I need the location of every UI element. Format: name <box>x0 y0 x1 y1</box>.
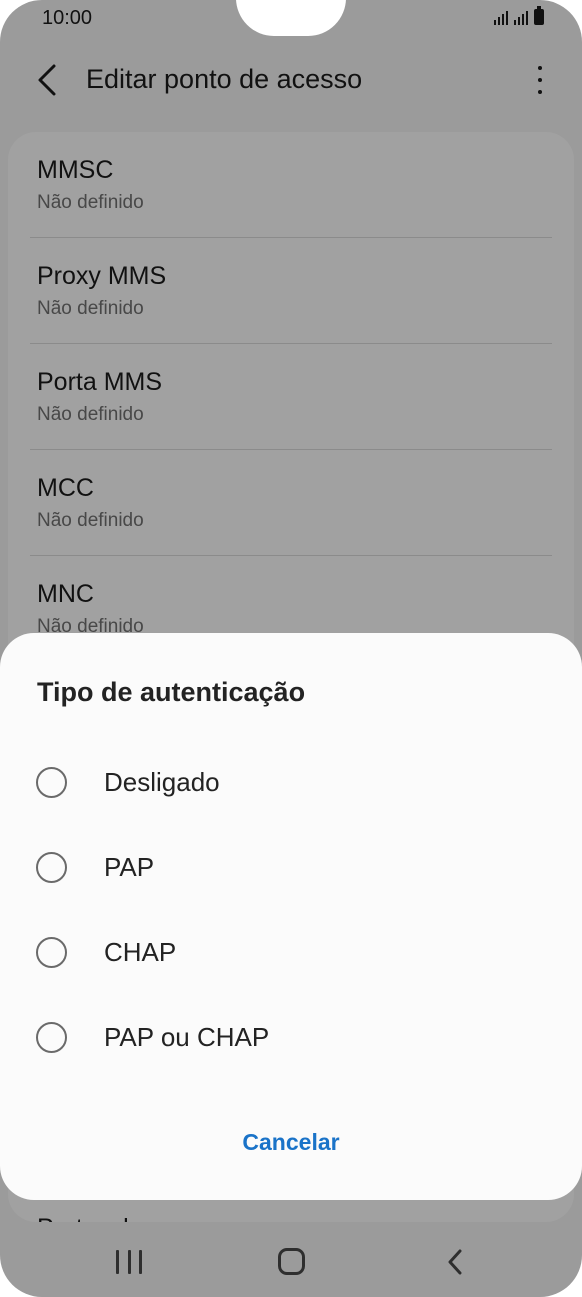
option-chap[interactable]: CHAP <box>0 913 582 993</box>
dialog-title: Tipo de autenticação <box>37 677 306 707</box>
option-label: PAP ou CHAP <box>104 1022 270 1052</box>
option-desligado[interactable]: Desligado <box>0 743 582 823</box>
cancel-button[interactable]: Cancelar <box>190 1117 392 1167</box>
radio-button[interactable] <box>36 767 67 798</box>
phone-frame: 10:00 Editar ponto de acesso MMSC Não de… <box>0 0 582 1297</box>
auth-type-dialog: Tipo de autenticação Desligado PAP CHAP … <box>0 633 582 1200</box>
option-label: CHAP <box>104 937 177 967</box>
radio-button[interactable] <box>36 852 67 883</box>
option-label: PAP <box>104 852 155 882</box>
radio-button[interactable] <box>36 937 67 968</box>
option-pap-ou-chap[interactable]: PAP ou CHAP <box>0 998 582 1078</box>
radio-button[interactable] <box>36 1022 67 1053</box>
option-pap[interactable]: PAP <box>0 828 582 908</box>
option-label: Desligado <box>104 767 220 797</box>
